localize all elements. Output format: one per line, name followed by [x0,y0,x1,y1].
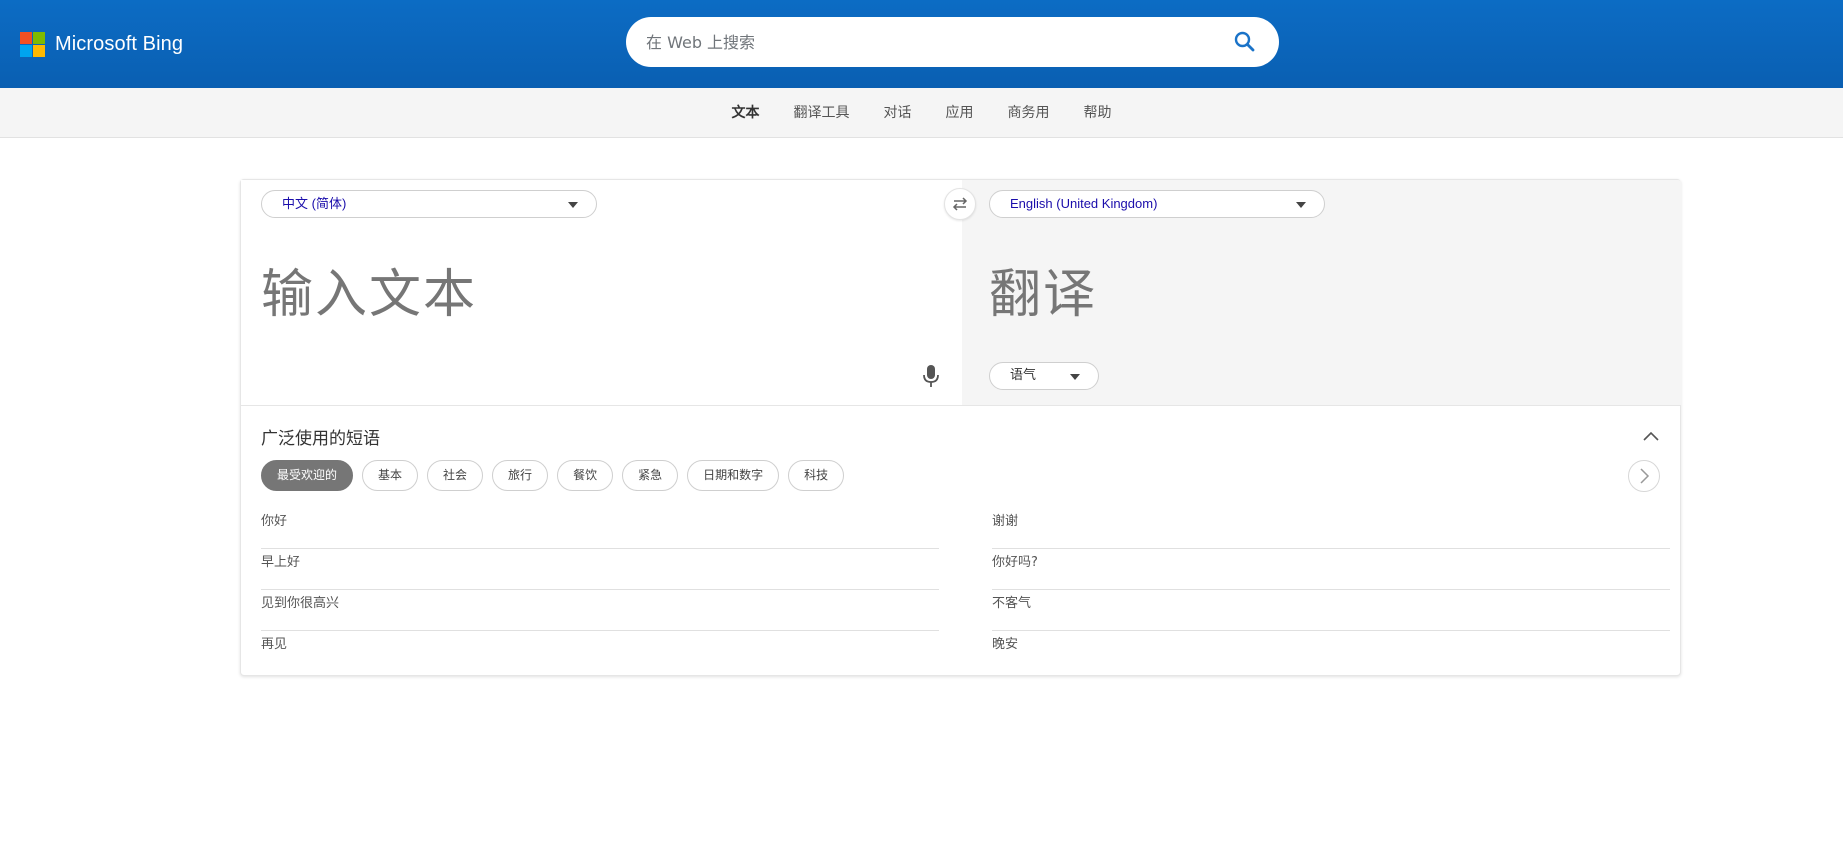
search-box [626,17,1279,67]
chip-basic[interactable]: 基本 [362,460,419,491]
phrase-list-left: 你好 早上好 见到你很高兴 再见 [261,508,939,672]
chevron-down-icon [1296,202,1306,208]
phrase-item[interactable]: 再见 [261,631,939,672]
nav-bar: 文本 翻译工具 对话 应用 商务用 帮助 [0,88,1843,138]
tab-translator-tools[interactable]: 翻译工具 [777,88,867,138]
tab-apps[interactable]: 应用 [929,88,991,138]
chevron-down-icon [1070,374,1080,380]
phrase-category-chips: 最受欢迎的 基本 社会 旅行 餐饮 紧急 日期和数字 科技 [261,460,845,491]
search-button[interactable] [1231,28,1259,56]
chip-emergency[interactable]: 紧急 [622,460,679,491]
search-input[interactable] [646,17,1206,67]
chip-most-popular[interactable]: 最受欢迎的 [261,460,354,491]
phrases-title: 广泛使用的短语 [261,429,380,449]
phrase-item[interactable]: 谢谢 [992,508,1670,549]
chip-travel[interactable]: 旅行 [492,460,549,491]
microphone-button[interactable] [921,363,941,389]
swap-icon [952,197,968,211]
phrase-item[interactable]: 你好吗? [992,549,1670,590]
tone-select[interactable]: 语气 [989,362,1099,390]
phrase-item[interactable]: 不客气 [992,590,1670,631]
chip-dates-numbers[interactable]: 日期和数字 [687,460,780,491]
translator-card: 中文 (简体) 输入文本 English (United Kingdom) 翻译… [240,179,1682,676]
phrase-list-right: 谢谢 你好吗? 不客气 晚安 [992,508,1670,672]
search-icon [1234,31,1255,52]
microphone-icon [923,365,939,387]
tab-text[interactable]: 文本 [715,88,777,138]
tab-business[interactable]: 商务用 [991,88,1067,138]
phrase-item[interactable]: 见到你很高兴 [261,590,939,631]
chevron-right-icon [1640,468,1650,484]
target-language-label: English (United Kingdom) [1010,196,1158,211]
collapse-phrases-button[interactable] [1641,428,1661,442]
source-pane: 中文 (简体) 输入文本 [241,180,962,405]
phrase-item[interactable]: 晚安 [992,631,1670,672]
target-language-select[interactable]: English (United Kingdom) [989,190,1325,218]
swap-languages-button[interactable] [944,188,976,220]
next-categories-button[interactable] [1628,460,1660,492]
source-language-label: 中文 (简体) [282,196,347,211]
target-pane: English (United Kingdom) 翻译 语气 [962,180,1682,405]
phrase-item[interactable]: 你好 [261,508,939,549]
chip-social[interactable]: 社会 [427,460,484,491]
bing-logo[interactable]: Microsoft Bing [20,31,183,57]
translation-output: 翻译 [989,265,1098,325]
chevron-down-icon [568,202,578,208]
chip-dining[interactable]: 餐饮 [557,460,614,491]
tab-help[interactable]: 帮助 [1067,88,1129,138]
source-language-select[interactable]: 中文 (简体) [261,190,597,218]
phrase-item[interactable]: 早上好 [261,549,939,590]
brand-name: Microsoft Bing [55,32,184,55]
microsoft-logo-icon [20,31,45,57]
tone-label: 语气 [1010,368,1037,383]
source-text-input[interactable]: 输入文本 [261,252,477,327]
chevron-up-icon [1643,431,1659,441]
tab-conversation[interactable]: 对话 [867,88,929,138]
header-bar: Microsoft Bing [0,0,1843,88]
chip-technology[interactable]: 科技 [788,460,845,491]
divider [241,405,1680,406]
